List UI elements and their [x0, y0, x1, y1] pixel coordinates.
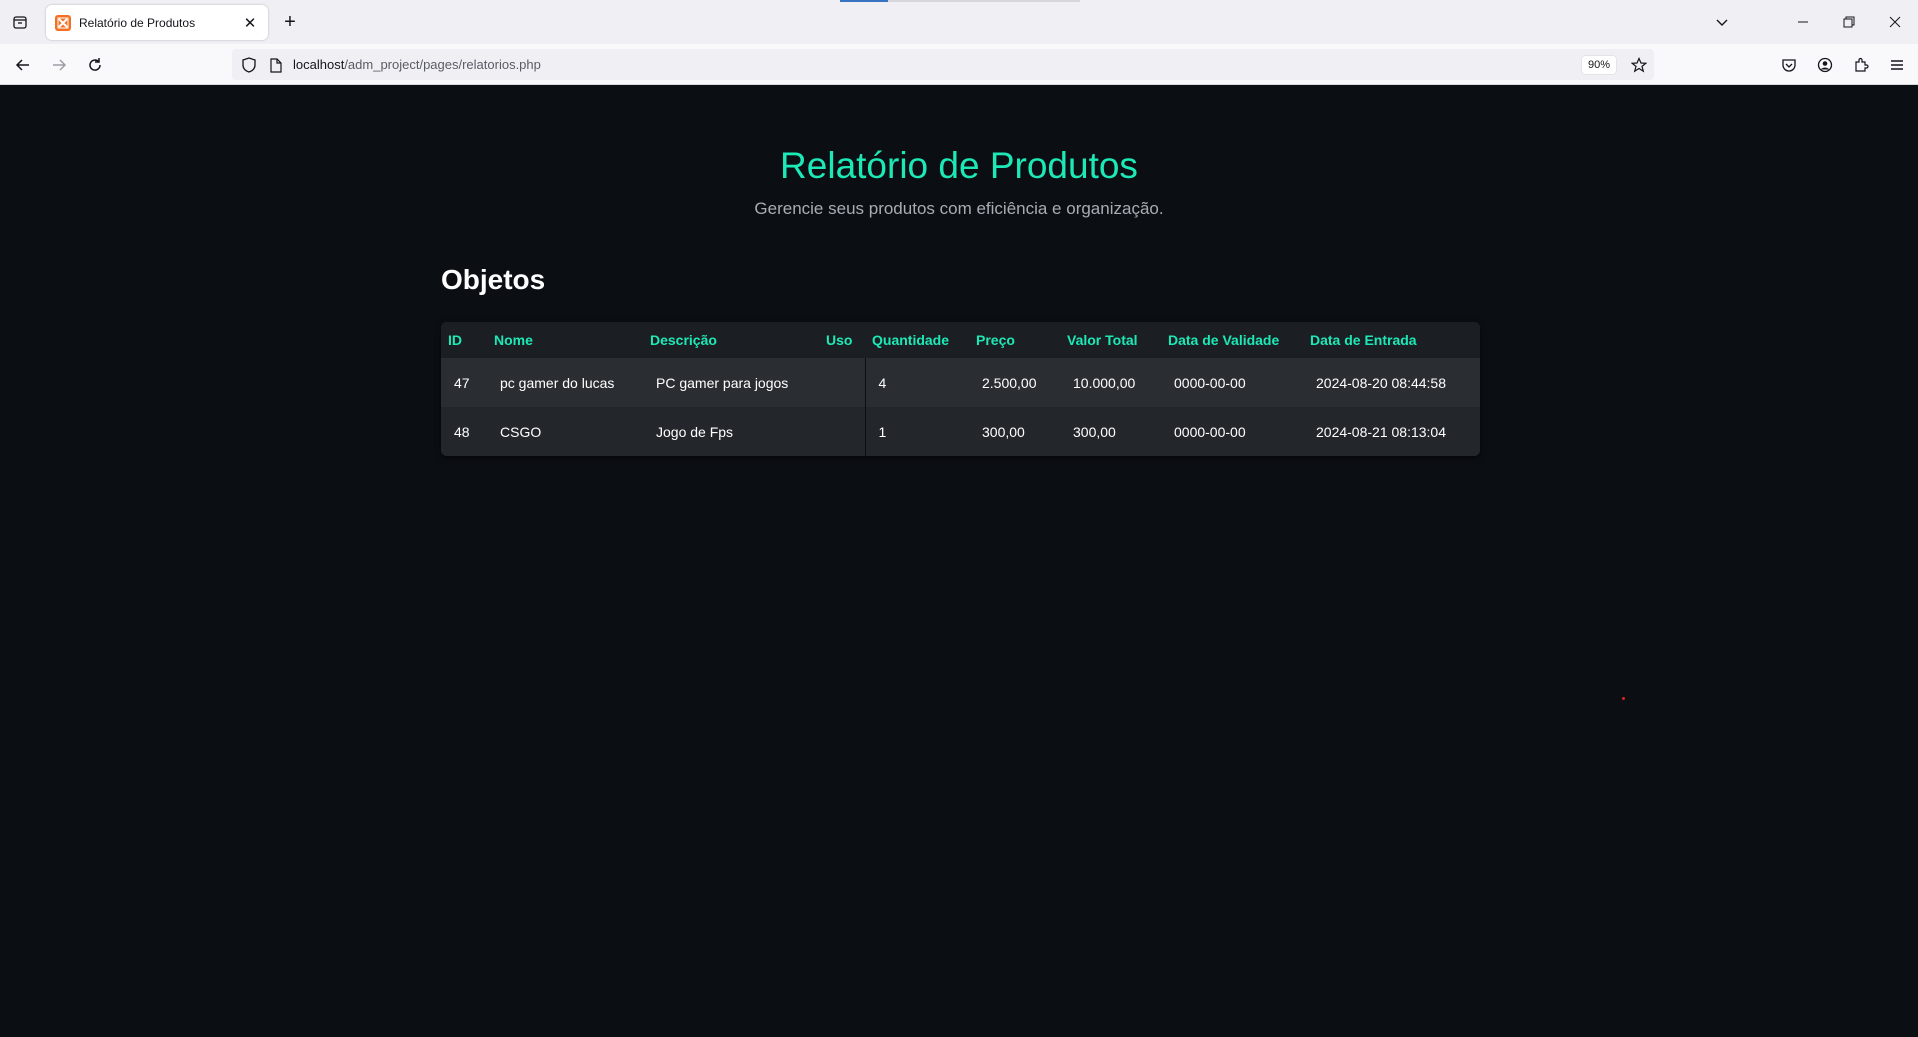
cell-descricao: PC gamer para jogos [643, 358, 819, 407]
column-header-preco[interactable]: Preço [969, 322, 1060, 358]
xampp-favicon-icon [55, 14, 71, 31]
browser-navbar: localhost/adm_project/pages/relatorios.p… [0, 44, 1918, 85]
cell-quantidade: 4 [865, 358, 969, 407]
cell-data-validade: 0000-00-00 [1161, 407, 1303, 456]
star-icon[interactable] [1628, 54, 1650, 76]
column-header-nome[interactable]: Nome [487, 322, 643, 358]
products-table-container: ID Nome Descrição Uso Quantidade Preço V… [441, 322, 1480, 456]
url-text[interactable]: localhost/adm_project/pages/relatorios.p… [293, 57, 541, 72]
url-bar[interactable]: localhost/adm_project/pages/relatorios.p… [232, 49, 1654, 80]
shield-icon[interactable] [240, 56, 258, 74]
table-row[interactable]: 48 CSGO Jogo de Fps 1 300,00 300,00 0000… [441, 407, 1480, 456]
page-icon[interactable] [268, 56, 284, 74]
column-header-id[interactable]: ID [441, 322, 487, 358]
forward-arrow-icon[interactable] [46, 52, 72, 78]
account-icon[interactable] [1812, 52, 1838, 78]
url-host: localhost [293, 57, 345, 72]
cell-id: 48 [441, 407, 487, 456]
browser-titlebar: Relatório de Produtos ✕ + [0, 0, 1918, 44]
back-arrow-icon[interactable] [10, 52, 36, 78]
table-header-row: ID Nome Descrição Uso Quantidade Preço V… [441, 322, 1480, 358]
cell-data-validade: 0000-00-00 [1161, 358, 1303, 407]
tab-list-icon[interactable] [8, 10, 32, 34]
products-table: ID Nome Descrição Uso Quantidade Preço V… [441, 322, 1480, 456]
extensions-icon[interactable] [1848, 52, 1874, 78]
cell-preco: 2.500,00 [969, 358, 1060, 407]
column-header-quantidade[interactable]: Quantidade [865, 322, 969, 358]
page-title: Relatório de Produtos [780, 145, 1138, 186]
close-window-icon[interactable] [1872, 0, 1918, 44]
browser-tab[interactable]: Relatório de Produtos ✕ [46, 5, 268, 40]
column-header-data-entrada[interactable]: Data de Entrada [1303, 322, 1480, 358]
tab-title: Relatório de Produtos [79, 15, 196, 30]
column-header-uso[interactable]: Uso [819, 322, 865, 358]
close-icon[interactable]: ✕ [240, 13, 260, 33]
cell-descricao: Jogo de Fps [643, 407, 819, 456]
minimize-icon[interactable] [1780, 0, 1826, 44]
cell-valor-total: 10.000,00 [1060, 358, 1161, 407]
restore-icon[interactable] [1826, 0, 1872, 44]
plus-icon[interactable]: + [278, 10, 302, 34]
zoom-level-badge[interactable]: 90% [1582, 56, 1617, 74]
section-title: Objetos [441, 264, 546, 295]
tab-scroll-indicator [840, 0, 1080, 2]
cell-id: 47 [441, 358, 487, 407]
pocket-icon[interactable] [1776, 52, 1802, 78]
page-content: Relatório de Produtos Gerencie seus prod… [0, 85, 1918, 1037]
cell-quantidade: 1 [865, 407, 969, 456]
column-header-descricao[interactable]: Descrição [643, 322, 819, 358]
table-row[interactable]: 47 pc gamer do lucas PC gamer para jogos… [441, 358, 1480, 407]
reload-icon[interactable] [82, 52, 108, 78]
cell-data-entrada: 2024-08-20 08:44:58 [1303, 358, 1480, 407]
cell-nome: CSGO [487, 407, 643, 456]
chevron-down-icon[interactable] [1710, 10, 1734, 34]
column-header-valor-total[interactable]: Valor Total [1060, 322, 1161, 358]
column-header-data-validade[interactable]: Data de Validade [1161, 322, 1303, 358]
cell-uso [819, 407, 866, 456]
cell-data-entrada: 2024-08-21 08:13:04 [1303, 407, 1480, 456]
cursor-dot [1622, 697, 1625, 700]
page-subtitle: Gerencie seus produtos com eficiência e … [754, 199, 1164, 218]
cell-preco: 300,00 [969, 407, 1060, 456]
cell-nome: pc gamer do lucas [487, 358, 643, 407]
cell-valor-total: 300,00 [1060, 407, 1161, 456]
menu-icon[interactable] [1884, 52, 1910, 78]
cell-uso [819, 358, 866, 407]
url-path: /adm_project/pages/relatorios.php [344, 57, 541, 72]
